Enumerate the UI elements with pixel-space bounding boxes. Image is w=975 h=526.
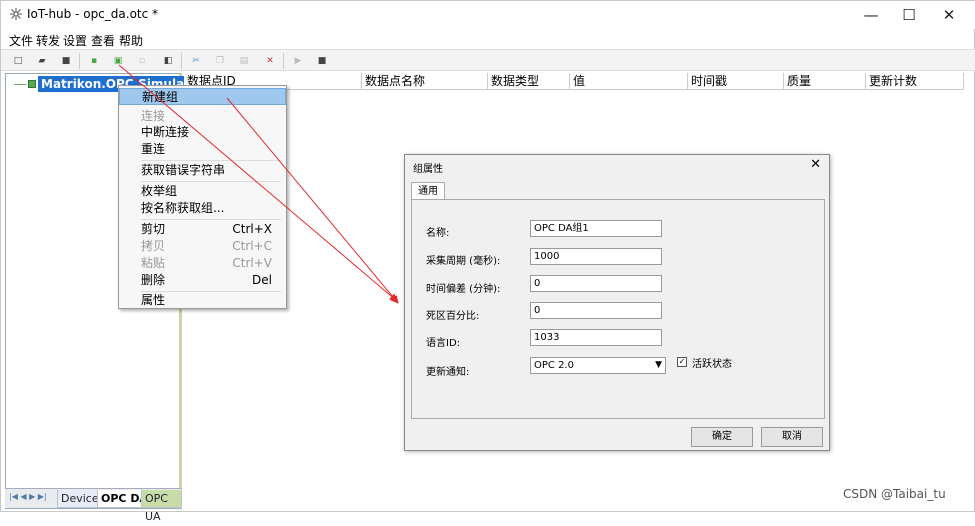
deadband-label: 死区百分比: [426, 311, 480, 322]
dialog-panel: 名称: OPC DA组1 采集周期 (毫秒): 1000 时间偏差 (分钟): … [411, 199, 825, 419]
app-window: IoT-hub - opc_da.otc * — ☐ ✕ 文件 转发 设置 查看… [0, 0, 975, 523]
dialog-close-icon[interactable]: ✕ [810, 157, 821, 172]
menu-forward[interactable]: 转发 [36, 32, 60, 49]
col-quality[interactable]: 质量 [784, 73, 866, 90]
menu-help[interactable]: 帮助 [119, 32, 143, 49]
col-value[interactable]: 值 [570, 73, 688, 90]
add-server-icon[interactable]: ▪ [87, 54, 101, 68]
ctx-reconnect[interactable]: 重连 [119, 141, 286, 158]
locale-id-field[interactable]: 1033 [530, 329, 662, 346]
ctx-get-group-by-name[interactable]: 按名称获取组... [119, 200, 286, 217]
ctx-copy[interactable]: 拷贝 Ctrl+C [119, 238, 286, 255]
cancel-button[interactable]: 取消 [761, 427, 823, 447]
ctx-label: 连接 [141, 109, 166, 123]
tab-nav-arrows-icon[interactable]: |◀ ◀ ▶ ▶| [9, 492, 47, 501]
time-bias-field[interactable]: 0 [530, 275, 662, 292]
menu-settings[interactable]: 设置 [63, 32, 87, 49]
ctx-disconnect[interactable]: 中断连接 [119, 124, 286, 141]
ctx-label: 新建组 [142, 90, 179, 104]
tab-strip: |◀ ◀ ▶ ▶| Device OPC DA OPC UA [5, 488, 182, 523]
tab-device[interactable]: Device [57, 490, 103, 508]
ctx-cut[interactable]: 剪切 Ctrl+X [119, 221, 286, 238]
ctx-label: 属性 [141, 293, 166, 307]
watermark: CSDN @Taibai_tu [843, 487, 946, 501]
update-rate-label: 采集周期 (毫秒): [426, 256, 501, 267]
copy-icon[interactable]: ❐ [213, 54, 227, 68]
ctx-new-group[interactable]: 新建组 [119, 88, 286, 105]
ctx-properties[interactable]: 属性 [119, 292, 286, 309]
ctx-label: 按名称获取组... [141, 201, 225, 215]
menu-file[interactable]: 文件 [9, 32, 33, 49]
ctx-shortcut: Ctrl+V [232, 256, 272, 270]
ok-button[interactable]: 确定 [691, 427, 753, 447]
play-icon[interactable]: ▶ [291, 54, 305, 68]
deadband-field[interactable]: 0 [530, 302, 662, 319]
time-bias-label: 时间偏差 (分钟): [426, 284, 501, 295]
dialog-title: 组属性 [413, 164, 443, 175]
ctx-label: 获取错误字符串 [141, 163, 226, 177]
delete-icon[interactable]: ✕ [263, 54, 277, 68]
add-item-icon[interactable]: ▫ [135, 54, 149, 68]
toolbar: □ ▰ ■ ▪ ▣ ▫ ◧ ✂ ❐ ▤ ✕ ▶ ■ [1, 49, 975, 71]
group-properties-dialog: 组属性 ✕ 通用 名称: OPC DA组1 采集周期 (毫秒): 1000 时间… [404, 154, 830, 451]
cut-icon[interactable]: ✂ [189, 54, 203, 68]
paste-icon[interactable]: ▤ [237, 54, 251, 68]
name-label: 名称: [426, 228, 450, 239]
ctx-label: 枚举组 [141, 184, 178, 198]
ctx-shortcut: Ctrl+X [232, 222, 272, 236]
add-group-icon[interactable]: ▣ [111, 54, 125, 68]
ctx-label: 粘贴 [141, 256, 166, 270]
title-bar: IoT-hub - opc_da.otc * — ☐ ✕ [1, 1, 975, 29]
locale-id-label: 语言ID: [426, 338, 461, 349]
ctx-label: 重连 [141, 142, 166, 156]
ctx-connect[interactable]: 连接 [119, 108, 286, 125]
ctx-shortcut: Del [252, 273, 272, 287]
menu-view[interactable]: 查看 [91, 32, 115, 49]
ctx-label: 剪切 [141, 222, 166, 236]
ctx-label: 中断连接 [141, 125, 190, 139]
list-header: 数据点ID 数据点名称 数据类型 值 时间戳 质量 更新计数 [184, 73, 964, 90]
maximize-button[interactable]: ☐ [891, 3, 927, 27]
properties-icon[interactable]: ◧ [161, 54, 175, 68]
tab-opc-ua[interactable]: OPC UA [141, 490, 182, 523]
window-title: IoT-hub - opc_da.otc * [27, 7, 159, 21]
context-menu: 新建组 连接 中断连接 重连 获取错误字符串 枚举组 按名称获取组... 剪切 C… [118, 85, 287, 309]
col-data-type[interactable]: 数据类型 [488, 73, 570, 90]
col-update-count[interactable]: 更新计数 [866, 73, 964, 90]
ctx-label: 拷贝 [141, 239, 166, 253]
menu-bar: 文件 转发 设置 查看 帮助 [1, 29, 975, 49]
server-node-icon [28, 80, 36, 88]
update-notify-select[interactable]: OPC 2.0 ▼ [530, 357, 666, 374]
ctx-enum-groups[interactable]: 枚举组 [119, 183, 286, 200]
active-label: 活跃状态 [692, 359, 732, 370]
minimize-button[interactable]: — [853, 3, 889, 27]
name-field[interactable]: OPC DA组1 [530, 220, 662, 237]
update-rate-field[interactable]: 1000 [530, 248, 662, 265]
new-icon[interactable]: □ [11, 54, 25, 68]
tab-general[interactable]: 通用 [411, 182, 445, 200]
stop-icon[interactable]: ■ [315, 54, 329, 68]
chevron-down-icon: ▼ [655, 360, 662, 370]
close-button[interactable]: ✕ [931, 3, 967, 27]
update-notify-value: OPC 2.0 [534, 360, 574, 371]
active-checkbox[interactable]: ✓ [677, 357, 687, 367]
update-notify-label: 更新通知: [426, 367, 470, 378]
ctx-delete[interactable]: 删除 Del [119, 272, 286, 289]
col-item-name[interactable]: 数据点名称 [362, 73, 488, 90]
ctx-label: 删除 [141, 273, 166, 287]
open-icon[interactable]: ▰ [35, 54, 49, 68]
col-timestamp[interactable]: 时间戳 [688, 73, 784, 90]
ctx-get-error-string[interactable]: 获取错误字符串 [119, 162, 286, 179]
save-icon[interactable]: ■ [59, 54, 73, 68]
app-icon [10, 8, 22, 20]
ctx-shortcut: Ctrl+C [232, 239, 272, 253]
ctx-paste[interactable]: 粘贴 Ctrl+V [119, 255, 286, 272]
